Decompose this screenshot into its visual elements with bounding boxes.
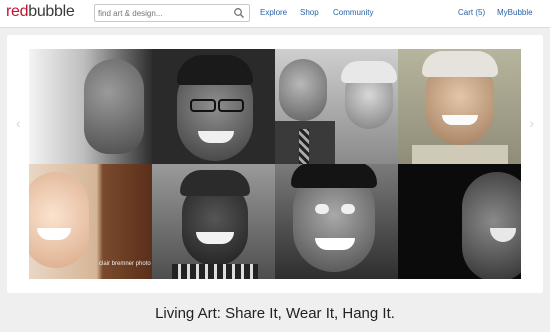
- search-input[interactable]: [98, 6, 230, 20]
- nav-explore[interactable]: Explore: [260, 8, 287, 17]
- top-bar: redbubble Explore Shop Community Cart (5…: [0, 0, 550, 28]
- portrait-tile[interactable]: [275, 49, 398, 164]
- arrow-right-icon[interactable]: ›: [529, 115, 534, 131]
- portrait-tile[interactable]: [398, 49, 521, 164]
- portrait-tile[interactable]: clair bremner photo: [29, 164, 152, 279]
- redbubble-logo[interactable]: redbubble: [6, 3, 75, 21]
- nav-mybubble[interactable]: MyBubble: [497, 8, 533, 17]
- portrait-tile[interactable]: [152, 49, 275, 164]
- search-icon[interactable]: [233, 7, 245, 19]
- photo-credit: clair bremner photo: [99, 261, 151, 267]
- nav-shop[interactable]: Shop: [300, 8, 319, 17]
- tagline: Living Art: Share It, Wear It, Hang It.: [155, 305, 395, 322]
- portrait-tile[interactable]: [152, 164, 275, 279]
- portrait-tile[interactable]: [29, 49, 152, 164]
- nav-community[interactable]: Community: [333, 8, 373, 17]
- portrait-tile[interactable]: [398, 164, 521, 279]
- featured-panel: ‹ › clair bremner photo: [7, 35, 543, 293]
- logo-red-part: red: [6, 3, 29, 20]
- arrow-left-icon[interactable]: ‹: [16, 115, 21, 131]
- search-box: [94, 4, 250, 22]
- portrait-tile[interactable]: [275, 164, 398, 279]
- portrait-mosaic[interactable]: clair bremner photo: [29, 49, 521, 279]
- nav-cart[interactable]: Cart (5): [458, 8, 485, 17]
- logo-bubble-part: bubble: [28, 3, 75, 20]
